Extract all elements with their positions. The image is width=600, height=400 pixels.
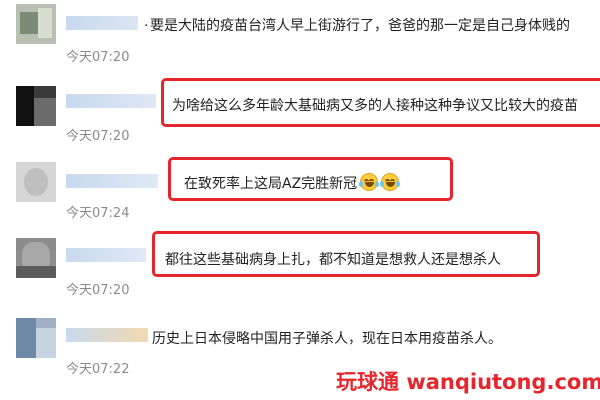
avatar[interactable] (16, 162, 56, 202)
nickname-blurred[interactable] (66, 94, 156, 108)
nickname-blurred[interactable] (66, 248, 146, 262)
comment-time: 今天07:20 (66, 129, 130, 144)
comment-time: 今天07:20 (66, 283, 130, 298)
comment-prefix: . (144, 14, 149, 30)
comment-time: 今天07:22 (66, 362, 130, 377)
nickname-blurred[interactable] (66, 16, 138, 30)
highlight-box (168, 157, 453, 201)
comment-text: 要是大陆的疫苗台湾人早上街游行了，爸爸的那一定是自己身体贱的 (150, 18, 570, 34)
nickname-blurred[interactable] (66, 328, 148, 342)
comment-time: 今天07:20 (66, 50, 130, 65)
comment-time: 今天07:24 (66, 206, 130, 221)
comment-item: . 要是大陆的疫苗台湾人早上街游行了，爸爸的那一定是自己身体贱的 今天07:20 (0, 0, 600, 66)
comment-text: 历史上日本侵略中国用子弹杀人，现在日本用疫苗杀人。 (152, 331, 502, 347)
watermark-en: wanqiutong.com (406, 370, 600, 394)
nickname-blurred[interactable] (66, 174, 158, 188)
avatar[interactable] (16, 318, 56, 358)
watermark: 玩球通 wanqiutong.com (336, 366, 600, 396)
highlight-box (161, 78, 600, 127)
watermark-cn: 玩球通 (336, 370, 399, 394)
highlight-box (152, 231, 540, 277)
avatar[interactable] (16, 86, 56, 126)
avatar[interactable] (16, 238, 56, 278)
avatar[interactable] (16, 4, 56, 44)
